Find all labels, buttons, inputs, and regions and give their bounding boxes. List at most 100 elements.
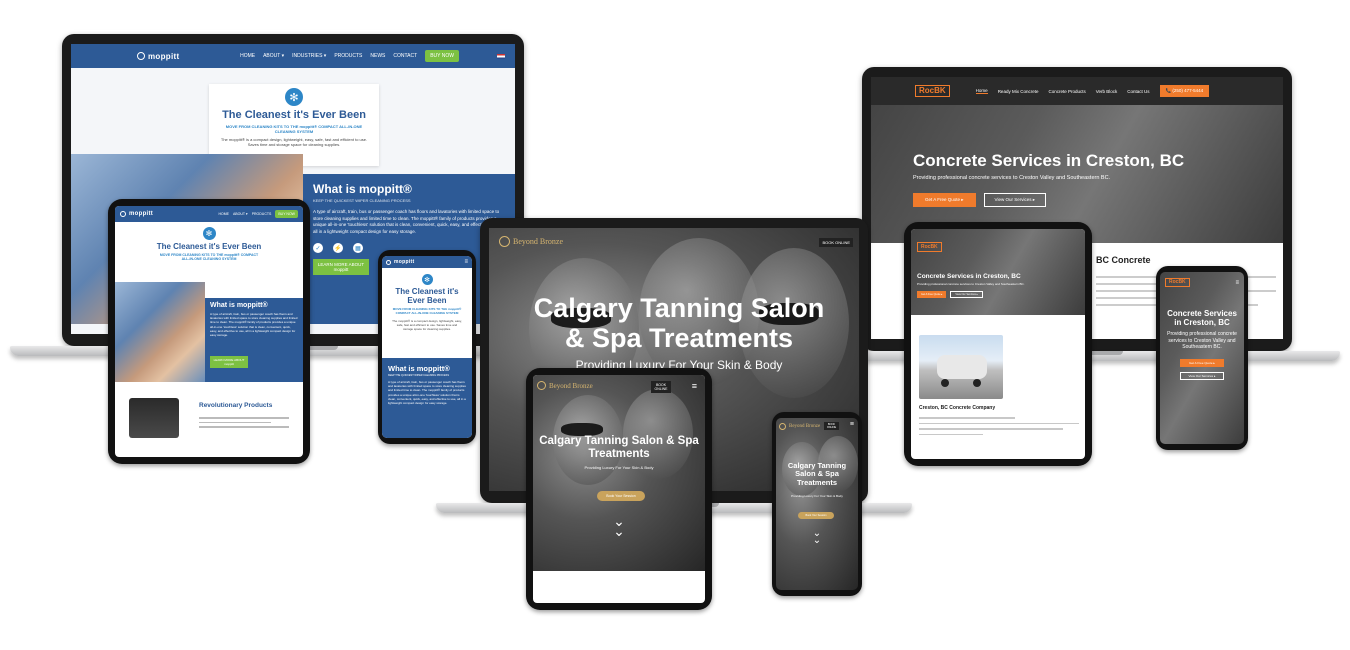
nav-contact[interactable]: Contact Us <box>1127 89 1149 94</box>
rock-logo[interactable]: RocBK <box>917 242 942 252</box>
nav-about[interactable]: ABOUT ▾ <box>263 53 284 59</box>
nav-contact[interactable]: CONTACT <box>393 53 417 59</box>
tablet-bronze: Beyond Bronze BOOK ONLINE ≡ Calgary Tann… <box>526 368 712 610</box>
hero-body: The moppitt® is a compact design, lightw… <box>220 137 368 147</box>
hero-title: The Cleanest it's Ever Been <box>156 242 262 251</box>
bronze-logo[interactable]: Beyond Bronze <box>779 423 820 430</box>
learn-more-button[interactable]: LEARN MORE ABOUT moppitt <box>210 356 248 368</box>
hero-subtitle: MOVE FROM CLEANING KITS TO THE moppitt® … <box>159 253 259 261</box>
hero-title: Calgary Tanning Salon & Spa Treatments <box>533 293 825 353</box>
nav-products[interactable]: PRODUCTS <box>334 53 362 59</box>
product-image <box>129 398 179 438</box>
hero-body: The moppitt® is a compact design, lightw… <box>392 319 462 331</box>
hero-title: The Cleanest it's Ever Been <box>222 109 366 121</box>
body-lines <box>919 413 1079 439</box>
free-quote-button[interactable]: Get A Free Quote ▸ <box>917 291 947 298</box>
nav-concrete-products[interactable]: Concrete Products <box>1048 89 1085 94</box>
buy-now-button[interactable]: BUY NOW <box>425 50 459 62</box>
products-title: Revolutionary Products <box>199 402 273 409</box>
snowflake-icon: ✻ <box>285 88 303 106</box>
feature-icon: ✓ <box>313 243 323 254</box>
hero-title: Concrete Services in Creston, BC <box>1167 309 1237 328</box>
hero-title: Concrete Services in Creston, BC <box>913 151 1185 170</box>
book-session-button[interactable]: Book Your Session <box>597 491 645 501</box>
nav-industries[interactable]: INDUSTRIES ▾ <box>292 53 326 59</box>
what-is-panel: What is moppitt® KEEP THE QUICKEST WIPER… <box>382 358 472 438</box>
flag-icon <box>497 53 505 59</box>
feature-icon: ▦ <box>353 243 363 254</box>
hero-subtitle: Providing professional concrete services… <box>913 175 1111 181</box>
bronze-logo[interactable]: Beyond Bronze <box>537 381 593 390</box>
hamburger-icon[interactable]: ≡ <box>692 381 697 391</box>
feature-icon: ⚡ <box>333 243 343 254</box>
nav-products[interactable]: PRODUCTS <box>252 212 272 216</box>
hamburger-icon[interactable]: ≡ <box>464 259 468 265</box>
hero-subtitle: Providing professional concrete services… <box>1167 331 1237 351</box>
what-is-subtitle: KEEP THE QUICKEST WIPER CLEANING PROCESS <box>388 374 449 377</box>
hero-subtitle: Providing professional concrete services… <box>917 282 1025 286</box>
rock-hero: RocBK Concrete Services in Creston, BC P… <box>911 229 1085 315</box>
book-online-button[interactable]: BOOK ONLINE <box>824 422 839 430</box>
free-quote-button[interactable]: Get A Free Quote ▸ <box>1180 358 1224 367</box>
moppitt-navbar-tablet: moppitt HOME ABOUT ▾ PRODUCTS BUY NOW <box>115 206 303 222</box>
view-services-button[interactable]: View Our Services ▸ <box>950 291 983 298</box>
what-is-title: What is moppitt® <box>313 182 412 196</box>
chevron-down-icon[interactable]: ⌄ ⌄ <box>776 529 858 546</box>
nav-ready-mix[interactable]: Ready Mix Concrete <box>998 89 1039 94</box>
phone-rock: RocBK ≡ Concrete Services in Creston, BC… <box>1156 266 1248 450</box>
snowflake-icon: ✻ <box>202 227 216 240</box>
section-title-partial: BC Concrete <box>1096 255 1151 265</box>
nav-home[interactable]: HOME <box>218 212 229 216</box>
phone-bronze: Beyond Bronze BOOK ONLINE ≡ Calgary Tann… <box>772 412 862 596</box>
section-title: Creston, BC Concrete Company <box>919 405 996 411</box>
truck-photo <box>919 335 1003 399</box>
moppitt-navbar-phone: moppitt ≡ <box>382 256 472 268</box>
hero-subtitle: MOVE FROM CLEANING KITS TO THE moppitt® … <box>225 124 363 134</box>
snowflake-icon: ✻ <box>421 274 433 285</box>
what-is-title: What is moppitt® <box>210 302 268 309</box>
what-is-body: A type of aircraft, train, bus or passen… <box>210 312 298 337</box>
moppitt-logo[interactable]: moppitt <box>137 52 179 61</box>
view-services-button[interactable]: View Our Services ▸ <box>1180 371 1224 380</box>
nav-home[interactable]: Home <box>975 88 988 94</box>
book-online-button[interactable]: BOOK ONLINE <box>819 238 853 247</box>
hero-subtitle: Providing Luxury For Your Skin & Body <box>791 494 843 498</box>
bronze-logo[interactable]: Beyond Bronze <box>499 236 563 247</box>
bronze-hero: Beyond Bronze BOOK ONLINE ≡ Calgary Tann… <box>776 418 858 590</box>
rock-hero: RocBK ≡ Concrete Services in Creston, BC… <box>1160 272 1244 444</box>
learn-more-button[interactable]: LEARN MORE ABOUT moppitt <box>313 259 369 276</box>
what-is-panel: What is moppitt® A type of aircraft, tra… <box>205 298 303 382</box>
rock-logo[interactable]: RocBK <box>1165 278 1190 287</box>
tablet-rock: RocBK Concrete Services in Creston, BC P… <box>904 222 1092 466</box>
moppitt-navbar: moppitt HOME ABOUT ▾ INDUSTRIES ▾ PRODUC… <box>71 44 515 68</box>
rock-logo[interactable]: RocBK <box>915 85 950 97</box>
rock-navbar: RocBK Home Ready Mix Concrete Concrete P… <box>871 77 1283 105</box>
nav-about[interactable]: ABOUT ▾ <box>233 212 248 216</box>
cabin-photo <box>115 282 205 382</box>
book-session-button[interactable]: Book Your Session <box>798 512 834 519</box>
phone-button[interactable]: 📞 (250) 477-5444 <box>1159 85 1210 97</box>
what-is-body: A type of aircraft, train, bus or passen… <box>313 209 502 234</box>
what-is-body: A type of aircraft, train, bus or passen… <box>388 380 466 405</box>
hero-subtitle: Providing Luxury For Your Skin & Body <box>584 465 654 470</box>
bronze-hero: Beyond Bronze BOOK ONLINE ≡ Calgary Tann… <box>533 375 705 571</box>
phone-moppitt: moppitt ≡ ✻ The Cleanest it's Ever Been … <box>378 250 476 444</box>
hero-title: Calgary Tanning Salon & Spa Treatments <box>539 435 699 460</box>
free-quote-button[interactable]: Get A Free Quote ▸ <box>913 193 976 207</box>
chevron-down-icon[interactable]: ⌄ ⌄ <box>533 514 705 538</box>
nav-news[interactable]: NEWS <box>370 53 385 59</box>
hero-title: The Cleanest it's Ever Been <box>395 287 459 305</box>
hero-title: Calgary Tanning Salon & Spa Treatments <box>787 461 847 487</box>
product-body-lines <box>199 414 289 431</box>
hero-title: Concrete Services in Creston, BC <box>917 273 1021 280</box>
hamburger-icon[interactable]: ≡ <box>1235 280 1239 286</box>
hamburger-icon[interactable]: ≡ <box>850 421 854 428</box>
nav-home[interactable]: HOME <box>240 53 255 59</box>
buy-now-button[interactable]: BUY NOW <box>275 210 298 218</box>
hero-subtitle: MOVE FROM CLEANING KITS TO THE moppitt® … <box>392 307 462 315</box>
view-services-button[interactable]: View Our Services ▸ <box>983 193 1046 207</box>
nav-verb-block[interactable]: Verb Block <box>1096 89 1118 94</box>
book-online-button[interactable]: BOOK ONLINE <box>651 381 671 393</box>
what-is-subtitle: KEEP THE QUICKEST WIPER CLEANING PROCESS <box>313 198 411 203</box>
what-is-title: What is moppitt® <box>388 364 450 373</box>
